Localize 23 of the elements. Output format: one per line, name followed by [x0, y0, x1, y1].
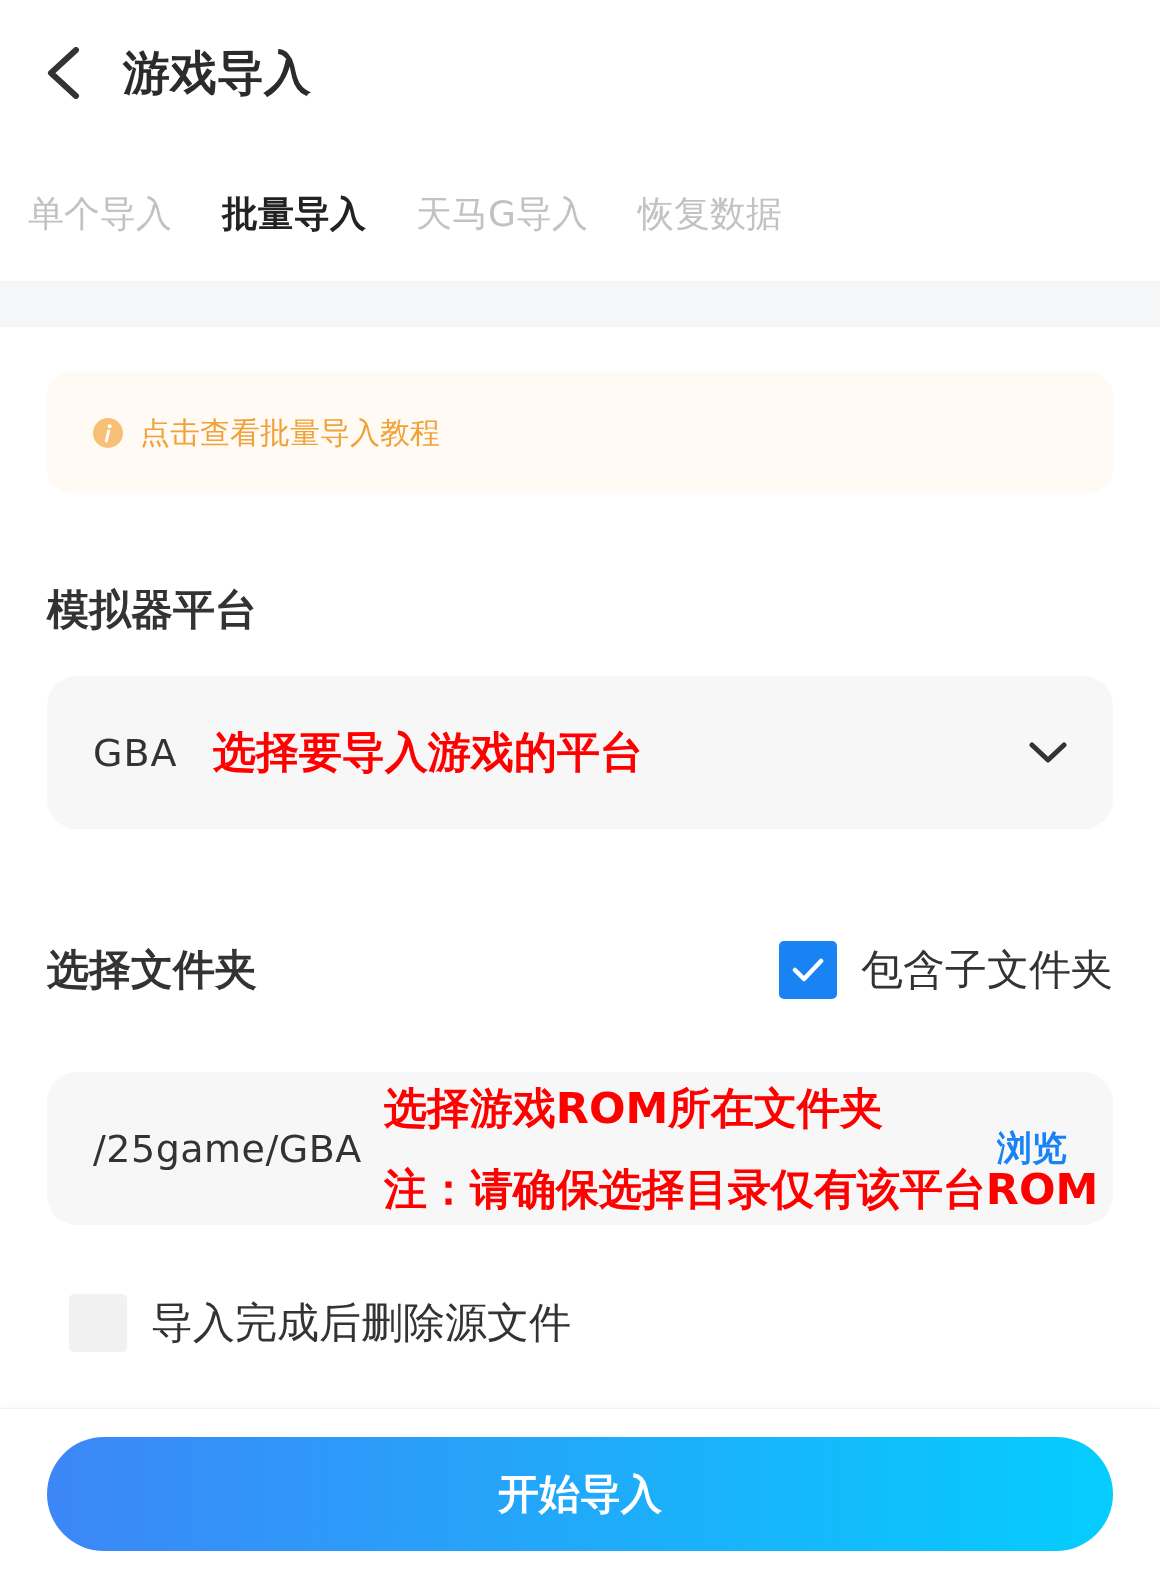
tip-banner[interactable]: 点击查看批量导入教程: [47, 372, 1113, 493]
section-title: 模拟器平台: [47, 584, 257, 636]
page-title: 游戏导入: [123, 47, 311, 99]
start-import-button[interactable]: 开始导入: [47, 1437, 1113, 1551]
info-icon: [93, 417, 123, 448]
checkbox-label: 包含子文件夹: [861, 944, 1113, 996]
checkbox[interactable]: [779, 941, 837, 999]
browse-button[interactable]: 浏览: [997, 1131, 1067, 1166]
folder-path-field[interactable]: /25game/GBA 选择游戏ROM所在文件夹 注：请确保选择目录仅有该平台ROM 浏览: [47, 1072, 1113, 1225]
annotation-text: 注：请确保选择目录仅有该平台ROM: [383, 1167, 1099, 1211]
tab[interactable]: 单个导入: [28, 191, 172, 236]
annotation-text: 选择游戏ROM所在文件夹: [383, 1086, 884, 1130]
tab[interactable]: 天马G导入: [416, 191, 588, 236]
tip-text: 点击查看批量导入教程: [140, 414, 440, 451]
back-icon[interactable]: [45, 47, 81, 99]
platform-select[interactable]: GBA 选择要导入游戏的平台: [47, 676, 1113, 829]
tab[interactable]: 批量导入: [222, 191, 366, 236]
section-title: 选择文件夹: [47, 944, 257, 996]
annotation-text: 选择要导入游戏的平台: [212, 731, 643, 774]
check-icon: [792, 958, 824, 982]
chevron-down-icon: [1029, 741, 1067, 764]
checkbox-label: 导入完成后删除源文件: [151, 1297, 571, 1349]
tab[interactable]: 恢复数据: [637, 191, 782, 236]
